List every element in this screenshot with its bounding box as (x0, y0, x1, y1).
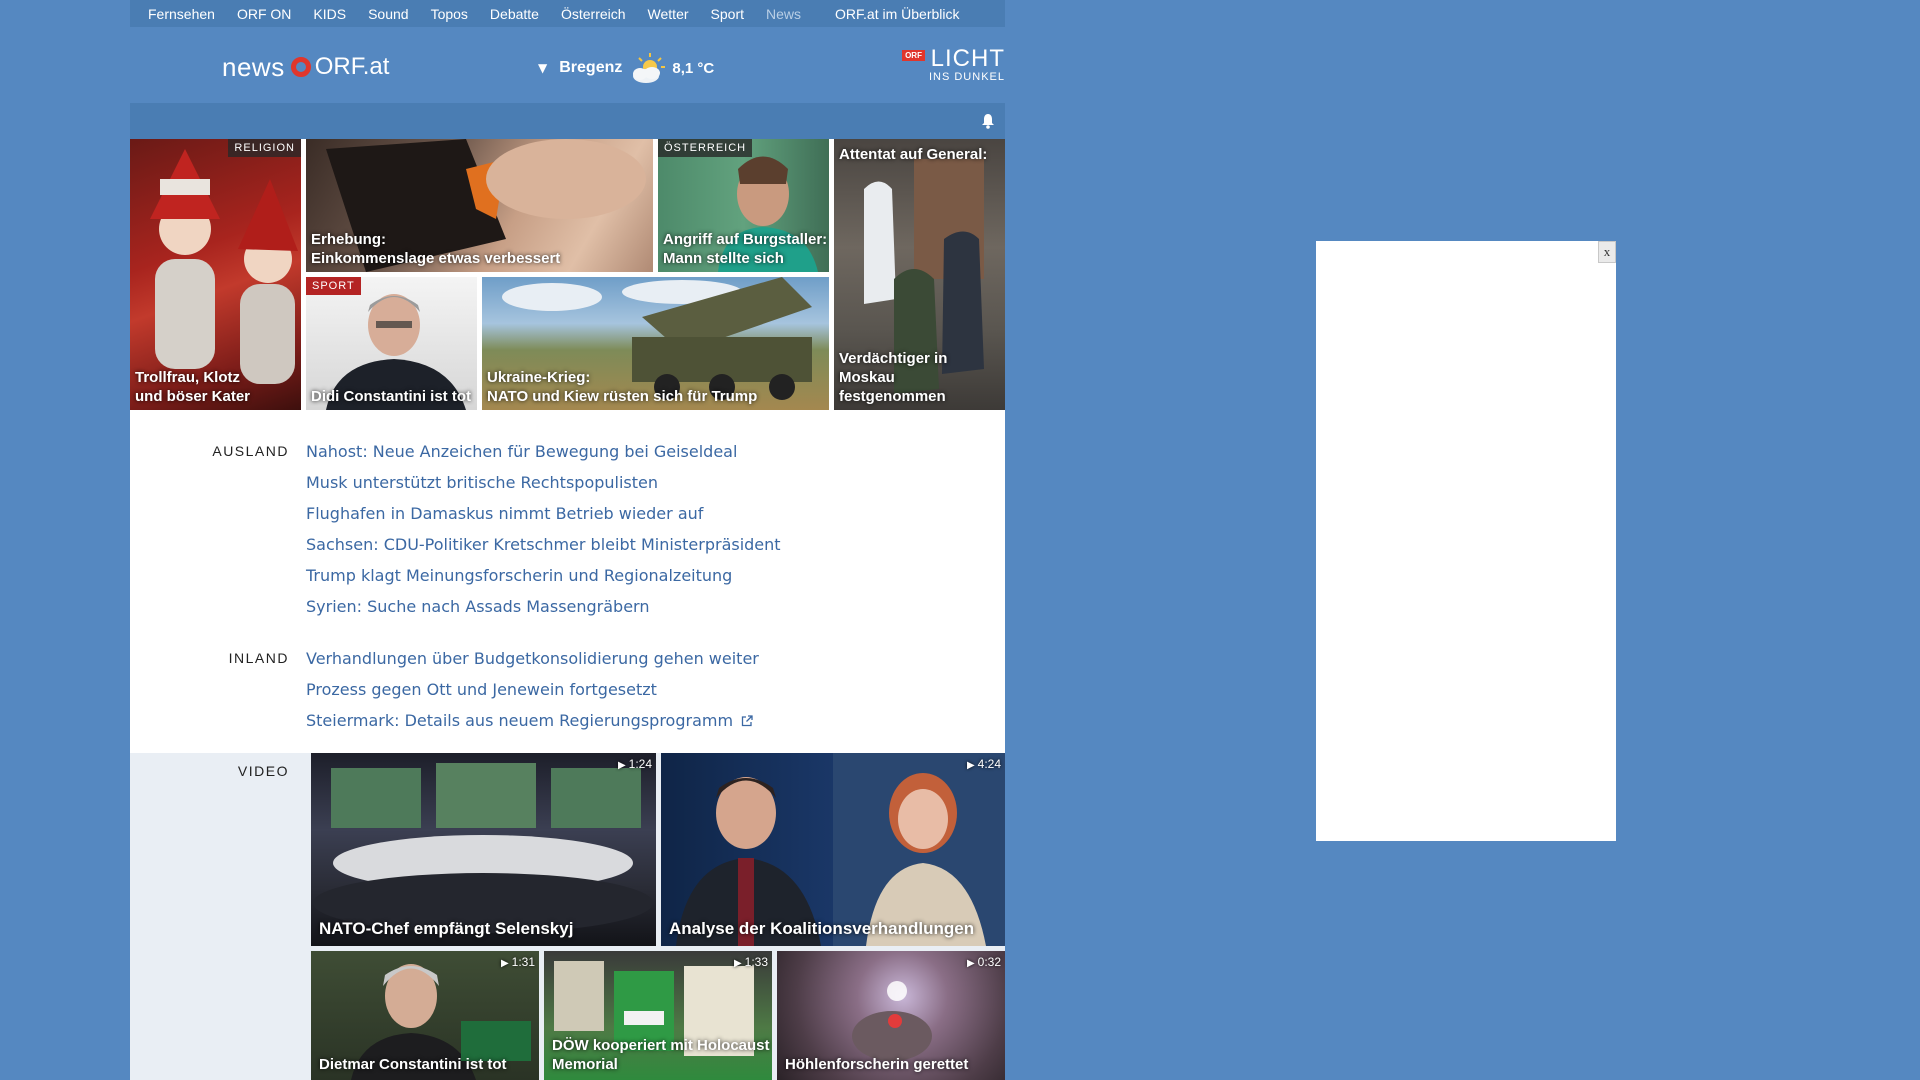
ausland-headline-list: Nahost: Neue Anzeichen für Bewegung bei … (306, 440, 781, 626)
dropdown-triangle-icon[interactable]: ▼ (538, 61, 547, 75)
nav-item-news[interactable]: News (766, 6, 801, 22)
tile-category-badge: RELIGION (228, 139, 301, 157)
nav-item-sound[interactable]: Sound (368, 6, 408, 22)
sub-header-bar (130, 103, 1005, 139)
video-duration: ▶ 0:32 (967, 955, 1001, 969)
headline-link[interactable]: Musk unterstützt britische Rechtspopulis… (306, 471, 781, 502)
video-tile-dietmar[interactable]: ▶ 1:31 Dietmar Constantini ist tot (311, 951, 539, 1080)
tile-title-top: Attentat auf General: (839, 146, 988, 163)
video-duration-text: 4:24 (977, 757, 1001, 771)
weather-widget[interactable]: ▼ Bregenz 8,1 °C (538, 51, 714, 85)
video-duration-text: 1:31 (511, 955, 535, 969)
nav-item-sport[interactable]: Sport (711, 6, 744, 22)
orf-ring-icon (290, 57, 311, 77)
licht-small-text: INS DUNKEL (928, 71, 1005, 83)
headline-link[interactable]: Prozess gegen Ott und Jenewein fortgeset… (306, 678, 759, 709)
bell-icon[interactable] (981, 113, 995, 129)
video-tile-doew[interactable]: ▶ 1:33 DÖW kooperiert mit Holocaust Memor… (544, 951, 772, 1080)
play-icon: ▶ (617, 760, 626, 771)
video-tile-nato[interactable]: ▶ 1:24 NATO-Chef empfängt Selenskyj (311, 753, 656, 946)
nav-item-oesterreich[interactable]: Österreich (561, 6, 626, 22)
video-title: Höhlenforscherin gerettet (785, 1056, 969, 1073)
nav-item-debatte[interactable]: Debatte (490, 6, 539, 22)
headline-lists: AUSLAND Nahost: Neue Anzeichen für Beweg… (130, 410, 1005, 753)
video-title: Dietmar Constantini ist tot (319, 1056, 507, 1073)
video-duration: ▶ 1:24 (618, 757, 652, 771)
licht-text: LICHT INS DUNKEL (928, 45, 1005, 84)
tile-title: Ukraine-Krieg: NATO und Kiew rüsten sich… (487, 369, 758, 405)
tile-category-badge: ÖSTERREICH (658, 139, 753, 157)
nav-item-kids[interactable]: KIDS (313, 6, 346, 22)
video-title: Analyse der Koalitionsverhandlungen (669, 919, 975, 938)
headline-link[interactable]: Flughafen in Damaskus nimmt Betrieb wied… (306, 502, 781, 533)
weather-city: Bregenz (559, 59, 623, 76)
video-tile-hoehle[interactable]: ▶ 0:32 Höhlenforscherin gerettet (777, 951, 1005, 1080)
story-tile-attentat[interactable]: Attentat auf General: Verdächtiger in Mo… (834, 139, 1005, 410)
play-icon: ▶ (966, 958, 975, 969)
tile-category-badge: SPORT (306, 277, 361, 295)
story-tile-burgstaller[interactable]: ÖSTERREICH Angriff auf Burgstaller: Mann… (658, 139, 829, 272)
video-duration: ▶ 1:31 (501, 955, 535, 969)
top-navigation: Fernsehen ORF ON KIDS Sound Topos Debatt… (130, 0, 1005, 27)
logo-news-text: news (222, 51, 285, 82)
video-tile-analyse[interactable]: ▶ 4:24 Analyse der Koalitionsverhandlunge… (661, 753, 1005, 946)
story-tile-constantini[interactable]: SPORT Didi Constantini ist tot (306, 277, 477, 410)
story-tile-einkommen[interactable]: Erhebung: Einkommenslage etwas verbesser… (306, 139, 653, 272)
external-link-icon (741, 710, 753, 727)
video-duration-text: 1:33 (744, 955, 768, 969)
video-duration-text: 1:24 (628, 757, 652, 771)
play-icon: ▶ (500, 958, 509, 969)
nav-item-orf-on[interactable]: ORF ON (237, 6, 291, 22)
headline-link[interactable]: Sachsen: CDU-Politiker Kretschmer bleibt… (306, 533, 781, 564)
play-icon: ▶ (733, 958, 742, 969)
headline-link-external[interactable]: Steiermark: Details aus neuem Regierungs… (306, 709, 759, 740)
video-duration: ▶ 4:24 (967, 757, 1001, 771)
video-duration: ▶ 1:33 (734, 955, 768, 969)
story-tile-trollfrau[interactable]: RELIGION Trollfrau, Klotz und böser Kate… (130, 139, 301, 410)
story-tile-ukraine[interactable]: Ukraine-Krieg: NATO und Kiew rüsten sich… (482, 277, 829, 410)
licht-ins-dunkel-logo[interactable]: ORF LICHT INS DUNKEL (902, 47, 1005, 83)
nato-meeting-image (313, 763, 653, 933)
headline-text: Steiermark: Details aus neuem Regierungs… (306, 711, 734, 730)
headline-link[interactable]: Nahost: Neue Anzeichen für Bewegung bei … (306, 440, 781, 471)
ad-box: x (1316, 241, 1616, 841)
tile-title: Verdächtiger in Moskau festgenommen (839, 350, 948, 405)
news-orf-logo[interactable]: news ORF.at (222, 49, 389, 85)
section-title-video: VIDEO (237, 763, 289, 779)
video-duration-text: 0:32 (977, 955, 1001, 969)
section-title-ausland: AUSLAND (212, 443, 289, 459)
headline-link[interactable]: Syrien: Suche nach Assads Massengräbern (306, 595, 781, 626)
page-column: Fernsehen ORF ON KIDS Sound Topos Debatt… (130, 0, 1005, 1080)
logo-orf-text: ORF.at (314, 53, 390, 80)
tile-title: Didi Constantini ist tot (311, 388, 471, 405)
nav-item-topos[interactable]: Topos (431, 6, 468, 22)
nav-item-overview[interactable]: ORF.at im Überblick (835, 6, 959, 22)
top-stories-grid: RELIGION Trollfrau, Klotz und böser Kate… (130, 139, 1005, 410)
tile-title: Trollfrau, Klotz und böser Kater (135, 369, 251, 405)
video-section: VIDEO ▶ 1:24 NATO-Chef empfängt Selenskyj (130, 753, 1005, 1080)
video-title: DÖW kooperiert mit Holocaust Memorial (552, 1037, 770, 1073)
nav-item-wetter[interactable]: Wetter (648, 6, 689, 22)
play-icon: ▶ (966, 760, 975, 771)
ad-close-button[interactable]: x (1598, 241, 1616, 263)
inland-headline-list: Verhandlungen über Budgetkonsolidierung … (306, 647, 759, 740)
section-title-inland: INLAND (228, 650, 289, 666)
headline-link[interactable]: Verhandlungen über Budgetkonsolidierung … (306, 647, 759, 678)
tile-title: Angriff auf Burgstaller: Mann stellte si… (663, 231, 828, 267)
licht-orf-badge: ORF (902, 50, 925, 61)
site-header: news ORF.at ▼ Bregenz 8,1 °C ORF LICHT I… (130, 27, 1005, 103)
tile-title: Erhebung: Einkommenslage etwas verbesser… (311, 231, 561, 267)
headline-link[interactable]: Trump klagt Meinungsforscherin und Regio… (306, 564, 781, 595)
video-title: NATO-Chef empfängt Selenskyj (319, 919, 574, 938)
nav-item-fernsehen[interactable]: Fernsehen (148, 6, 215, 22)
licht-big-text: LICHT (930, 45, 1005, 72)
weather-temperature: 8,1 °C (672, 59, 715, 77)
partly-cloudy-icon (628, 51, 668, 85)
analysts-image (676, 753, 1005, 946)
